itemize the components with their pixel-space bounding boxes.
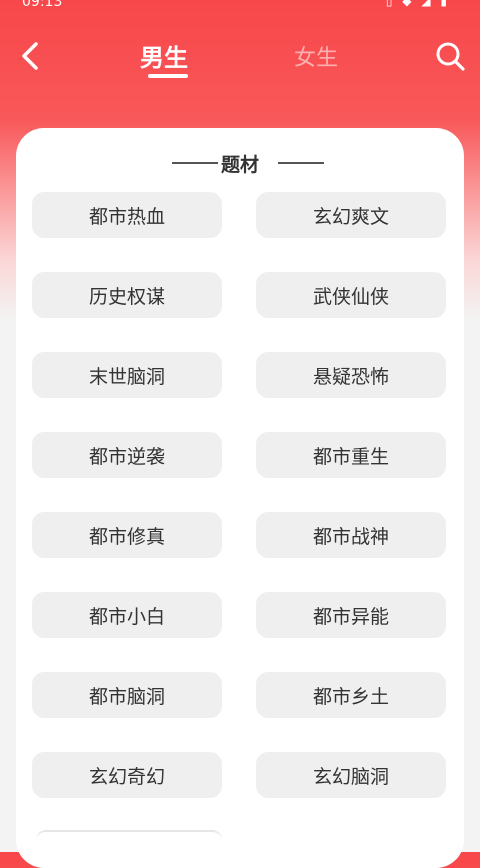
genre-chip[interactable]: 都市逆袭 (32, 432, 222, 478)
section-header: 题材 (16, 150, 464, 176)
genre-chip[interactable]: 都市小白 (32, 592, 222, 638)
tab-female[interactable]: 女生 (294, 40, 338, 72)
header-line-right (278, 162, 324, 164)
back-button[interactable] (14, 36, 50, 76)
status-icons: ▯ ◆ ◢ ▮ (385, 0, 450, 8)
genre-chip[interactable]: 玄幻奇幻 (32, 752, 222, 798)
top-bar: 男生 女生 (0, 28, 480, 88)
genre-chip[interactable]: 都市重生 (256, 432, 446, 478)
tab-male[interactable]: 男生 (140, 38, 188, 73)
genre-chip[interactable]: 都市战神 (256, 512, 446, 558)
header-line-left (172, 162, 218, 164)
genre-chip[interactable]: 都市异能 (256, 592, 446, 638)
genre-chip[interactable]: 玄幻爽文 (256, 192, 446, 238)
genre-chip[interactable]: 末世脑洞 (32, 352, 222, 398)
genre-chip[interactable]: 都市乡土 (256, 672, 446, 718)
genre-chip[interactable]: 都市热血 (32, 192, 222, 238)
back-arrow-icon (22, 42, 38, 70)
genre-panel: 题材 都市热血 玄幻爽文 历史权谋 武侠仙侠 末世脑洞 悬疑恐怖 都市逆袭 都市重生 都市修真都… (16, 128, 464, 868)
search-icon (436, 42, 465, 71)
genre-chip[interactable]: 玄幻脑洞 (256, 752, 446, 798)
next-chip-peek (36, 830, 222, 840)
genre-chip[interactable]: 都市脑洞 (32, 672, 222, 718)
tab-male-underline (148, 74, 188, 78)
genre-chip[interactable]: 历史权谋 (32, 272, 222, 318)
genre-chip[interactable]: 都市修真 (32, 512, 222, 558)
search-button[interactable] (432, 38, 468, 74)
status-time: 09:13 (22, 0, 63, 10)
genre-chip[interactable]: 武侠仙侠 (256, 272, 446, 318)
status-bar: 09:13 ▯ ◆ ◢ ▮ (0, 0, 480, 14)
section-title: 题材 (220, 154, 259, 176)
genre-chip[interactable]: 悬疑恐怖 (256, 352, 446, 398)
